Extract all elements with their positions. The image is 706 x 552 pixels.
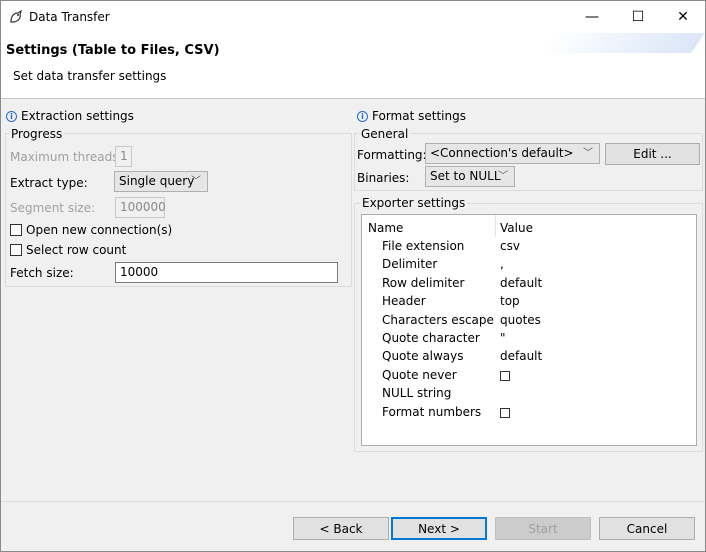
- next-button[interactable]: Next >: [391, 517, 487, 540]
- table-row[interactable]: NULL string: [362, 386, 696, 404]
- formatting-value: <Connection's default>: [430, 146, 574, 160]
- max-threads-label: Maximum threads:: [10, 150, 123, 164]
- fetch-size-label: Fetch size:: [10, 266, 74, 280]
- formatting-label: Formatting:: [357, 148, 427, 162]
- row-value: ,: [500, 257, 504, 271]
- page-title: Settings (Table to Files, CSV): [6, 43, 220, 58]
- app-icon: [10, 10, 22, 23]
- header-decoration: [540, 33, 705, 53]
- minimize-icon: —: [585, 9, 599, 25]
- info-icon: i: [6, 110, 17, 122]
- edit-formatting-button[interactable]: Edit ...: [605, 143, 700, 165]
- binaries-select[interactable]: Set to NULL ﹀: [425, 166, 515, 187]
- info-icon: i: [357, 110, 368, 122]
- row-value: default: [500, 349, 543, 363]
- progress-label: Progress: [9, 127, 65, 141]
- row-name: Header: [382, 294, 426, 308]
- row-name: Quote character: [382, 331, 480, 345]
- window-title: Data Transfer: [29, 10, 110, 24]
- column-header-value[interactable]: Value: [500, 221, 533, 235]
- data-transfer-window: Data Transfer — ☐ ✕ Settings (Table to F…: [0, 0, 706, 552]
- table-row[interactable]: File extension csv: [362, 239, 696, 257]
- table-row[interactable]: Row delimiter default: [362, 276, 696, 294]
- minimize-button[interactable]: —: [569, 1, 615, 33]
- page-subtitle: Set data transfer settings: [13, 69, 167, 83]
- chevron-down-icon: ﹀: [583, 148, 593, 159]
- table-row[interactable]: Delimiter ,: [362, 257, 696, 275]
- close-button[interactable]: ✕: [660, 1, 706, 33]
- segment-size-label: Segment size:: [10, 201, 96, 215]
- back-button[interactable]: < Back: [293, 517, 389, 540]
- row-name: Delimiter: [382, 257, 438, 271]
- general-label: General: [359, 127, 411, 141]
- exporter-settings-label: Exporter settings: [360, 196, 468, 210]
- open-new-connections-label: Open new connection(s): [26, 223, 173, 237]
- row-name: File extension: [382, 239, 465, 253]
- row-name: Quote always: [382, 349, 464, 363]
- checkbox-box: [500, 370, 510, 381]
- row-value: quotes: [500, 313, 541, 327]
- checkbox-box: [500, 407, 510, 418]
- select-row-count-checkbox[interactable]: Select row count: [10, 243, 126, 257]
- footer-divider: [1, 501, 705, 502]
- table-row[interactable]: Quote never: [362, 368, 696, 386]
- binaries-value: Set to NULL: [430, 169, 501, 183]
- binaries-label: Binaries:: [357, 171, 410, 185]
- table-row[interactable]: Format numbers: [362, 405, 696, 423]
- table-row[interactable]: Quote always default: [362, 349, 696, 367]
- format-settings-title: i Format settings: [357, 109, 466, 123]
- table-row[interactable]: Characters escape quotes: [362, 313, 696, 331]
- extract-type-select[interactable]: Single query ﹀: [114, 171, 208, 192]
- table-row[interactable]: Quote character ": [362, 331, 696, 349]
- fetch-size-field[interactable]: 10000: [115, 262, 338, 283]
- wizard-header: Settings (Table to Files, CSV) Set data …: [1, 33, 705, 99]
- segment-size-field[interactable]: 100000: [115, 197, 166, 218]
- format-settings-label: Format settings: [372, 109, 466, 123]
- extract-type-value: Single query: [119, 174, 195, 188]
- row-name: Row delimiter: [382, 276, 465, 290]
- maximize-button[interactable]: ☐: [615, 1, 661, 33]
- maximize-icon: ☐: [631, 9, 645, 25]
- row-name: Format numbers: [382, 405, 482, 419]
- checkbox-box: [10, 244, 22, 256]
- column-divider: [495, 215, 496, 237]
- max-threads-field[interactable]: 1: [115, 146, 132, 167]
- close-icon: ✕: [677, 9, 689, 25]
- formatting-select[interactable]: <Connection's default> ﹀: [425, 143, 600, 164]
- chevron-down-icon: ﹀: [191, 176, 201, 187]
- row-value: top: [500, 294, 520, 308]
- column-header-name[interactable]: Name: [368, 221, 403, 235]
- extraction-settings-label: Extraction settings: [21, 109, 134, 123]
- checkbox-box: [10, 224, 22, 236]
- row-name: Characters escape: [382, 313, 494, 327]
- row-value: csv: [500, 239, 520, 253]
- row-value: ": [500, 331, 506, 345]
- extract-type-label: Extract type:: [10, 176, 88, 190]
- open-new-connections-checkbox[interactable]: Open new connection(s): [10, 223, 172, 237]
- format-numbers-checkbox[interactable]: [500, 405, 510, 419]
- table-row[interactable]: Header top: [362, 294, 696, 312]
- extraction-settings-title: i Extraction settings: [6, 109, 134, 123]
- select-row-count-label: Select row count: [26, 243, 127, 257]
- start-button[interactable]: Start: [495, 517, 591, 540]
- row-name: Quote never: [382, 368, 457, 382]
- row-value: default: [500, 276, 543, 290]
- quote-never-checkbox[interactable]: [500, 368, 510, 382]
- title-bar: Data Transfer — ☐ ✕: [1, 1, 705, 33]
- chevron-down-icon: ﹀: [498, 171, 508, 182]
- row-name: NULL string: [382, 386, 452, 400]
- cancel-button[interactable]: Cancel: [599, 517, 695, 540]
- exporter-settings-table[interactable]: Name Value File extension csv Delimiter …: [361, 214, 697, 446]
